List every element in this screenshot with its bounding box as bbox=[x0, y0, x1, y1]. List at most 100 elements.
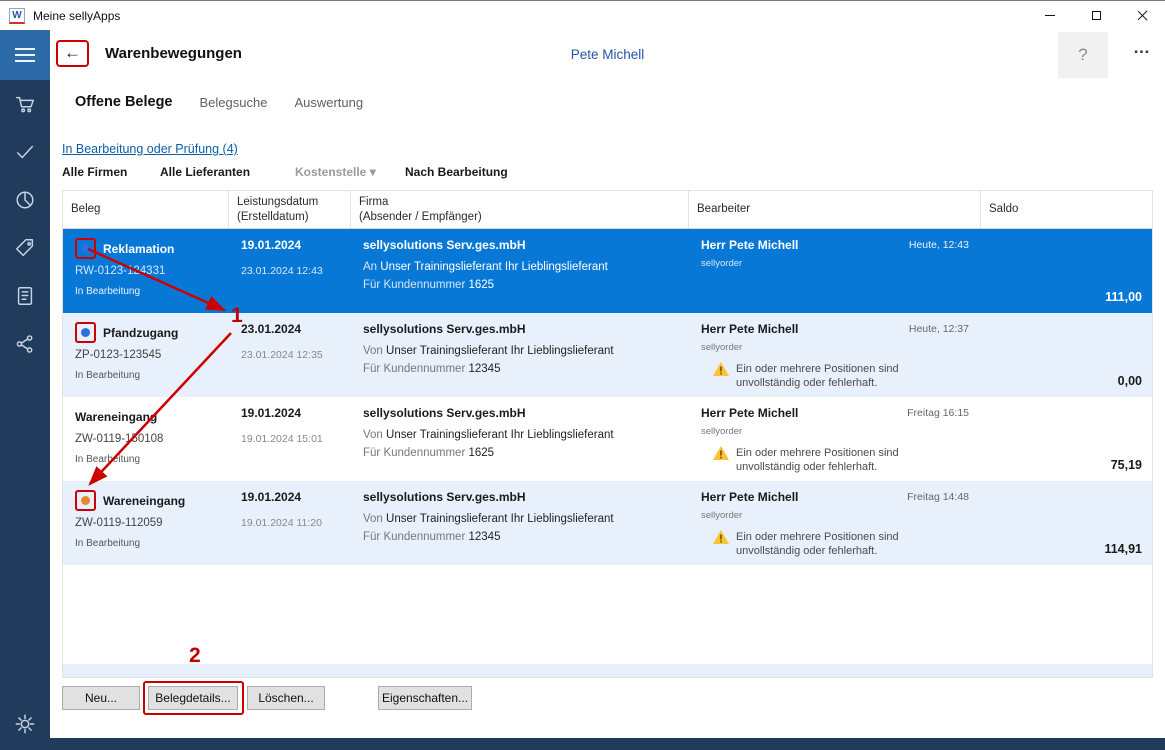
company-cell: sellysolutions Serv.ges.mbH Von Unser Tr… bbox=[351, 397, 689, 481]
filter-after-edit[interactable]: Nach Bearbeitung bbox=[405, 165, 508, 179]
company-name: sellysolutions Serv.ges.mbH bbox=[363, 406, 679, 420]
annotation-box-dot-2 bbox=[75, 322, 96, 343]
customer-number: 1625 bbox=[468, 279, 494, 291]
filter-firms[interactable]: Alle Firmen bbox=[62, 165, 127, 179]
tab-bar: Offene Belege Belegsuche Auswertung bbox=[75, 80, 363, 124]
details-button[interactable]: Belegdetails... bbox=[148, 686, 238, 710]
properties-button[interactable]: Eigenschaften... bbox=[378, 686, 472, 710]
customer-number: 12345 bbox=[468, 531, 500, 543]
window-controls bbox=[1027, 1, 1165, 31]
direction-value: Unser Trainingslieferant Ihr Lieblingsli… bbox=[380, 261, 608, 273]
sidebar-item-share[interactable] bbox=[0, 320, 50, 368]
beleg-cell: Reklamation RW-0123-124331 In Bearbeitun… bbox=[63, 229, 229, 313]
date-cell: 19.01.2024 23.01.2024 12:43 bbox=[229, 229, 351, 313]
date-cell: 19.01.2024 19.01.2024 15:01 bbox=[229, 397, 351, 481]
minimize-button[interactable] bbox=[1027, 1, 1073, 31]
sidebar-item-tags[interactable] bbox=[0, 224, 50, 272]
row-timestamp: Freitag 14:48 bbox=[907, 491, 969, 503]
sidebar-item-journal[interactable] bbox=[0, 272, 50, 320]
help-button[interactable]: ? bbox=[1058, 32, 1108, 78]
direction-value: Unser Trainingslieferant Ihr Lieblingsli… bbox=[386, 429, 614, 441]
document-number: RW-0123-124331 bbox=[75, 265, 219, 277]
main-content: ← Warenbewegungen Pete Michell ? … Offen… bbox=[50, 30, 1165, 738]
sidebar-item-history[interactable] bbox=[0, 176, 50, 224]
cart-icon bbox=[14, 93, 36, 115]
user-link[interactable]: Pete Michell bbox=[50, 47, 1165, 62]
tab-auswertung[interactable]: Auswertung bbox=[294, 95, 363, 110]
table-row-reklamation[interactable]: Reklamation RW-0123-124331 In Bearbeitun… bbox=[63, 229, 1152, 313]
document-status: In Bearbeitung bbox=[75, 286, 219, 297]
maximize-button[interactable] bbox=[1073, 1, 1119, 31]
status-filter-link[interactable]: In Bearbeitung oder Prüfung (4) bbox=[62, 142, 238, 156]
customer-number: 1625 bbox=[468, 447, 494, 459]
customer-label: Für Kundennummer bbox=[363, 531, 465, 543]
status-dot-icon bbox=[81, 328, 90, 337]
warning-text: Ein oder mehrere Positionen sind unvolls… bbox=[736, 530, 941, 559]
company-name: sellysolutions Serv.ges.mbH bbox=[363, 238, 679, 252]
app-window: { "window": { "title": "Meine sellyApps"… bbox=[0, 0, 1165, 750]
saldo-value: 75,19 bbox=[1111, 458, 1142, 472]
documents-table: Beleg Leistungsdatum(Erstelldatum) Firma… bbox=[62, 190, 1153, 678]
hamburger-icon bbox=[15, 48, 35, 50]
document-status: In Bearbeitung bbox=[75, 370, 219, 381]
table-header: Beleg Leistungsdatum(Erstelldatum) Firma… bbox=[63, 191, 1152, 229]
delete-button[interactable]: Löschen... bbox=[247, 686, 325, 710]
close-button[interactable] bbox=[1119, 1, 1165, 31]
direction-label: An bbox=[363, 261, 377, 273]
document-status: In Bearbeitung bbox=[75, 454, 219, 465]
direction-value: Unser Trainingslieferant Ihr Lieblingsli… bbox=[386, 345, 614, 357]
document-type: Wareneingang bbox=[75, 410, 157, 424]
table-row-wareneingang-2[interactable]: Wareneingang ZW-0119-112059 In Bearbeitu… bbox=[63, 481, 1152, 565]
more-options-button[interactable]: … bbox=[1133, 38, 1151, 58]
company-cell: sellysolutions Serv.ges.mbH Von Unser Tr… bbox=[351, 313, 689, 397]
editor-app: sellyorder bbox=[701, 510, 971, 521]
saldo-value: 0,00 bbox=[1118, 374, 1142, 388]
col-leistungsdatum: Leistungsdatum(Erstelldatum) bbox=[229, 191, 351, 228]
tab-offene-belege[interactable]: Offene Belege bbox=[75, 94, 173, 110]
editor-app: sellyorder bbox=[701, 342, 971, 353]
pie-chart-icon bbox=[14, 189, 36, 211]
sidebar bbox=[0, 30, 50, 750]
sidebar-item-cart[interactable] bbox=[0, 80, 50, 128]
filter-costcenter[interactable]: Kostenstelle ▾ bbox=[295, 165, 376, 179]
tab-belegsuche[interactable]: Belegsuche bbox=[200, 95, 268, 110]
service-date: 19.01.2024 bbox=[241, 238, 341, 252]
saldo-value: 114,91 bbox=[1104, 542, 1142, 556]
titlebar: W Meine sellyApps bbox=[0, 0, 1165, 30]
warning-text: Ein oder mehrere Positionen sind unvolls… bbox=[736, 446, 941, 475]
editor-app: sellyorder bbox=[701, 258, 971, 269]
warning-message: Ein oder mehrere Positionen sind unvolls… bbox=[701, 530, 971, 559]
warning-message: Ein oder mehrere Positionen sind unvolls… bbox=[701, 362, 971, 391]
service-date: 19.01.2024 bbox=[241, 490, 341, 504]
filter-suppliers[interactable]: Alle Lieferanten bbox=[160, 165, 250, 179]
annotation-step-1: 1 bbox=[231, 304, 243, 328]
annotation-step-2: 2 bbox=[189, 644, 201, 668]
editor-app: sellyorder bbox=[701, 426, 971, 437]
document-number: ZW-0119-150108 bbox=[75, 433, 219, 445]
hamburger-menu-button[interactable] bbox=[0, 30, 50, 80]
row-timestamp: Heute, 12:37 bbox=[909, 323, 969, 335]
new-button[interactable]: Neu... bbox=[62, 686, 140, 710]
company-name: sellysolutions Serv.ges.mbH bbox=[363, 490, 679, 504]
filter-costcenter-label: Kostenstelle bbox=[295, 165, 366, 179]
customer-label: Für Kundennummer bbox=[363, 279, 465, 291]
company-cell: sellysolutions Serv.ges.mbH An Unser Tra… bbox=[351, 229, 689, 313]
app-header: ← Warenbewegungen Pete Michell ? … bbox=[50, 30, 1165, 80]
created-date: 23.01.2024 12:35 bbox=[241, 349, 341, 361]
sidebar-item-tasks[interactable] bbox=[0, 128, 50, 176]
warning-text: Ein oder mehrere Positionen sind unvolls… bbox=[736, 362, 941, 391]
created-date: 19.01.2024 15:01 bbox=[241, 433, 341, 445]
created-date: 19.01.2024 11:20 bbox=[241, 517, 341, 529]
checkmark-icon bbox=[14, 141, 36, 163]
table-row-pfandzugang[interactable]: Pfandzugang ZP-0123-123545 In Bearbeitun… bbox=[63, 313, 1152, 397]
document-status: In Bearbeitung bbox=[75, 538, 219, 549]
gear-icon bbox=[14, 713, 36, 735]
document-type: Pfandzugang bbox=[103, 326, 178, 340]
beleg-cell: Wareneingang ZW-0119-112059 In Bearbeitu… bbox=[63, 481, 229, 565]
direction-value: Unser Trainingslieferant Ihr Lieblingsli… bbox=[386, 513, 614, 525]
created-date: 23.01.2024 12:43 bbox=[241, 265, 341, 277]
service-date: 19.01.2024 bbox=[241, 406, 341, 420]
filter-row: Alle Firmen Alle Lieferanten Kostenstell… bbox=[50, 165, 1165, 183]
company-cell: sellysolutions Serv.ges.mbH Von Unser Tr… bbox=[351, 481, 689, 565]
table-row-wareneingang-1[interactable]: Wareneingang ZW-0119-150108 In Bearbeitu… bbox=[63, 397, 1152, 481]
